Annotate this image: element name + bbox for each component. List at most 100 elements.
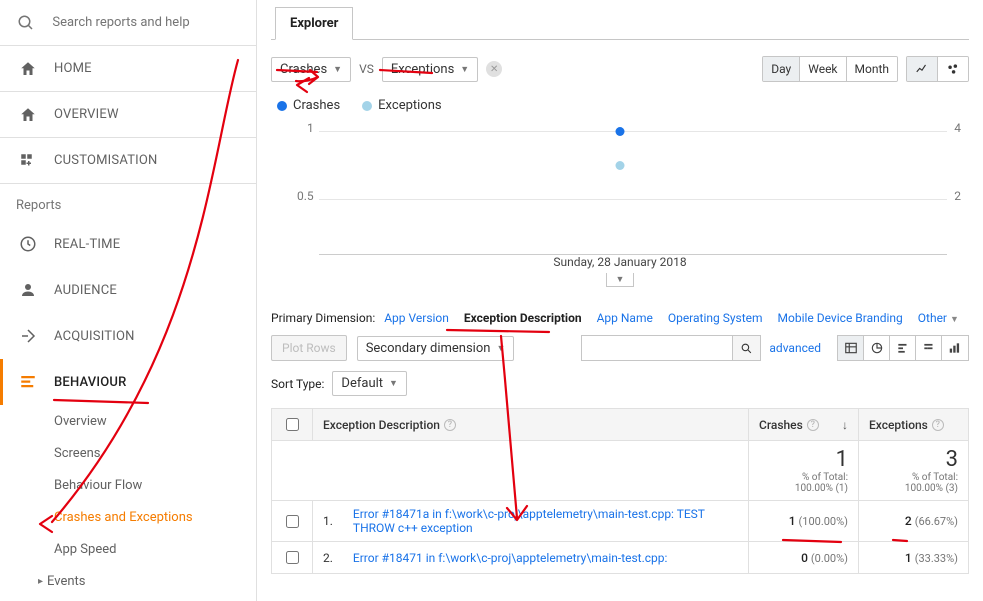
help-icon[interactable]: ? [807, 419, 819, 431]
acquisition-icon [16, 327, 40, 345]
legend-dot-exceptions [362, 101, 372, 111]
help-icon[interactable]: ? [932, 419, 944, 431]
sidebar: HOME OVERVIEW CUSTOMISATION Reports REAL… [0, 0, 257, 601]
nav-overview-label: OVERVIEW [54, 107, 119, 122]
chart-expand-caret[interactable]: ▼ [606, 273, 634, 287]
sub-app-speed[interactable]: App Speed [54, 533, 256, 565]
overview-icon [16, 106, 40, 124]
header-exception-description[interactable]: Exception Description? [313, 409, 749, 441]
nav-acquisition[interactable]: ACQUISITION [0, 313, 256, 359]
select-all-checkbox[interactable] [286, 418, 299, 431]
data-point-exceptions [616, 161, 625, 170]
sub-behaviour-flow[interactable]: Behaviour Flow [54, 469, 256, 501]
legend-crashes-label: Crashes [293, 98, 340, 113]
sort-type-value: Default [341, 376, 383, 391]
realtime-icon [16, 235, 40, 253]
sub-overview[interactable]: Overview [54, 405, 256, 437]
time-month[interactable]: Month [847, 57, 897, 81]
view-bar-icon[interactable] [890, 336, 916, 360]
nav-customisation[interactable]: CUSTOMISATION [0, 138, 256, 184]
sub-events-label: Events [47, 574, 85, 589]
total-crashes: 1 [759, 447, 848, 472]
view-comparison-icon[interactable] [916, 336, 942, 360]
nav-realtime[interactable]: REAL-TIME [0, 221, 256, 267]
clear-secondary-metric[interactable]: ✕ [486, 61, 502, 77]
nav-behaviour[interactable]: BEHAVIOUR [0, 359, 256, 405]
table-search-button[interactable] [732, 336, 760, 360]
motion-chart-icon[interactable] [938, 57, 968, 81]
row-checkbox[interactable] [286, 515, 299, 528]
advanced-link[interactable]: advanced [769, 341, 821, 355]
y-right-4: 4 [954, 121, 961, 135]
row-exception-link[interactable]: Error #18471a in f:\work\c-proj\apptelem… [353, 507, 705, 535]
legend-exceptions: Exceptions [362, 98, 441, 113]
header-crashes[interactable]: Crashes?↓ [749, 409, 859, 441]
row-checkbox[interactable] [286, 551, 299, 564]
audience-icon [16, 281, 40, 299]
time-day[interactable]: Day [763, 57, 800, 81]
app-root: HOME OVERVIEW CUSTOMISATION Reports REAL… [0, 0, 983, 601]
row-exception-link[interactable]: Error #18471 in f:\work\c-proj\appteleme… [353, 551, 668, 565]
table-row: 2. Error #18471 in f:\work\c-proj\apptel… [272, 542, 969, 574]
secondary-metric-select[interactable]: Exceptions ▼ [382, 57, 478, 82]
nav-customisation-label: CUSTOMISATION [54, 153, 158, 168]
sort-type-label: Sort Type: [271, 377, 324, 391]
tab-explorer[interactable]: Explorer [275, 7, 353, 40]
reports-header: Reports [0, 184, 256, 221]
customisation-icon [16, 152, 40, 170]
primary-metric-select[interactable]: Crashes ▼ [271, 57, 351, 82]
view-data-table-icon[interactable] [838, 336, 864, 360]
dim-device-branding[interactable]: Mobile Device Branding [778, 311, 903, 325]
line-chart-icon[interactable] [907, 57, 938, 81]
dim-app-version[interactable]: App Version [384, 311, 449, 325]
y-left-1: 1 [307, 121, 314, 135]
table-view-group [837, 335, 969, 361]
secondary-metric-label: Exceptions [391, 62, 454, 77]
behaviour-sub-items: Overview Screens Behaviour Flow Crashes … [0, 405, 256, 565]
vs-label: VS [359, 62, 374, 76]
table-controls: Plot Rows Secondary dimension ▼ advanced [271, 335, 969, 361]
sort-type-select[interactable]: Default ▼ [332, 371, 407, 396]
nav-home-label: HOME [54, 61, 92, 76]
sort-row: Sort Type: Default ▼ [271, 371, 969, 396]
sort-desc-icon: ↓ [842, 418, 848, 432]
search-icon [16, 14, 36, 32]
dim-exception-description[interactable]: Exception Description [464, 311, 582, 325]
dim-other[interactable]: Other ▼ [918, 311, 959, 325]
search-input[interactable] [50, 14, 248, 31]
primary-dimension-label: Primary Dimension: [271, 311, 375, 325]
caret-down-icon: ▼ [333, 64, 342, 75]
metric-controls: Crashes ▼ VS Exceptions ▼ ✕ Day Week Mon… [271, 56, 969, 82]
dim-app-name[interactable]: App Name [597, 311, 653, 325]
chart-date-label: Sunday, 28 January 2018 [553, 255, 686, 269]
sub-events[interactable]: ▸ Events [0, 565, 256, 597]
y-right-2: 2 [954, 189, 961, 203]
secondary-dimension-select[interactable]: Secondary dimension ▼ [357, 336, 515, 361]
header-exceptions[interactable]: Exceptions? [859, 409, 969, 441]
help-icon[interactable]: ? [444, 419, 456, 431]
sub-crashes-exceptions[interactable]: Crashes and Exceptions [54, 501, 256, 533]
dim-os[interactable]: Operating System [668, 311, 763, 325]
nav-home[interactable]: HOME [0, 46, 256, 92]
primary-dimension-row: Primary Dimension: App Version Exception… [271, 311, 969, 325]
data-point-crashes [616, 127, 625, 136]
caret-right-icon: ▸ [38, 576, 43, 587]
legend-dot-crashes [277, 101, 287, 111]
view-pivot-icon[interactable] [942, 336, 968, 360]
view-pie-icon[interactable] [864, 336, 890, 360]
nav-overview[interactable]: OVERVIEW [0, 92, 256, 138]
plot-rows-button: Plot Rows [271, 335, 347, 361]
secondary-dimension-label: Secondary dimension [366, 341, 491, 356]
nav-audience[interactable]: AUDIENCE [0, 267, 256, 313]
legend-exceptions-label: Exceptions [378, 98, 441, 113]
sub-screens[interactable]: Screens [54, 437, 256, 469]
time-granularity-group: Day Week Month [762, 56, 898, 82]
row-index: 2. [313, 542, 343, 574]
table-search-input[interactable] [582, 336, 732, 360]
caret-down-icon: ▼ [389, 378, 398, 389]
chart-type-group [906, 56, 969, 82]
time-week[interactable]: Week [800, 57, 846, 81]
tab-strip: Explorer [271, 0, 969, 40]
caret-down-icon: ▼ [496, 343, 505, 354]
y-left-05: 0.5 [297, 189, 314, 203]
